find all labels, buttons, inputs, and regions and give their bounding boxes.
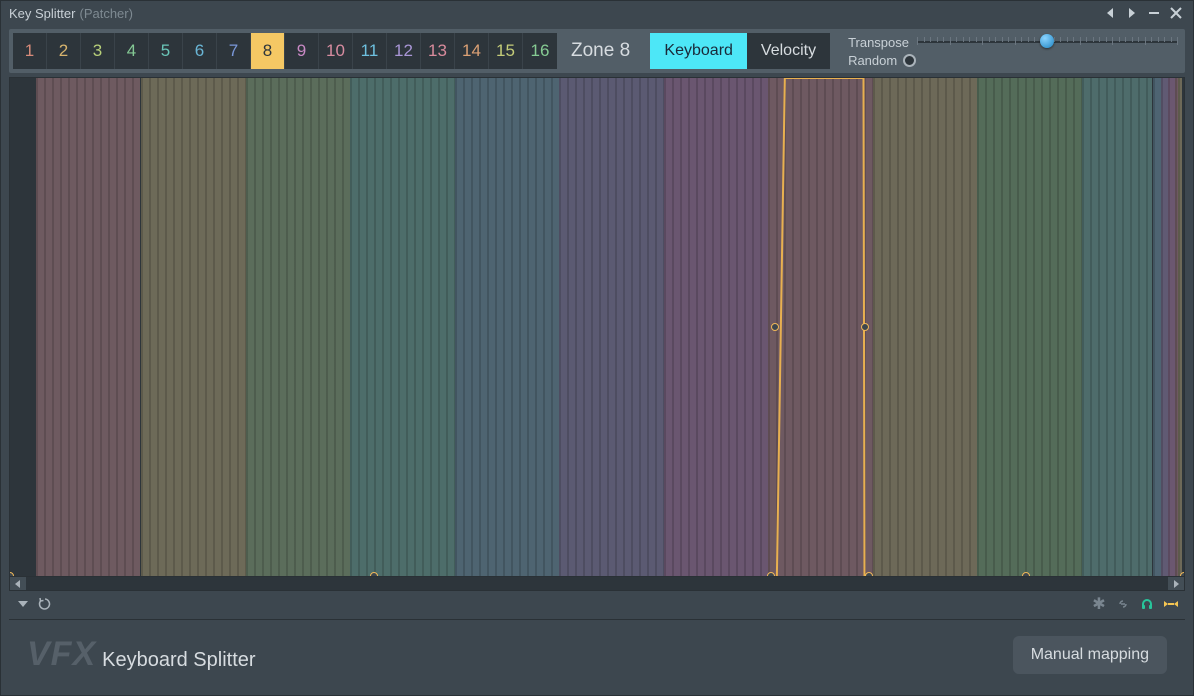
next-preset-icon[interactable] xyxy=(1123,4,1141,22)
zone-button-5[interactable]: 5 xyxy=(149,33,183,69)
zone-button-2[interactable]: 2 xyxy=(47,33,81,69)
toolbar: 12345678910111213141516 Zone 8 Keyboard … xyxy=(9,29,1185,73)
zone-button-1[interactable]: 1 xyxy=(13,33,47,69)
envelope-handle[interactable] xyxy=(9,572,14,577)
horizontal-scrollbar[interactable] xyxy=(26,577,1168,590)
zone-label: Zone 8 xyxy=(557,40,644,62)
headphones-icon[interactable] xyxy=(1137,594,1157,614)
random-toggle[interactable] xyxy=(903,54,916,67)
vfx-logo: VFX xyxy=(27,635,96,674)
scroll-right-icon[interactable] xyxy=(1168,577,1184,590)
random-label: Random xyxy=(848,53,897,68)
zone-button-15[interactable]: 15 xyxy=(489,33,523,69)
zone-button-11[interactable]: 11 xyxy=(353,33,387,69)
zone-button-3[interactable]: 3 xyxy=(81,33,115,69)
reset-icon[interactable] xyxy=(35,594,55,614)
close-icon[interactable] xyxy=(1167,4,1185,22)
stretch-icon[interactable] xyxy=(1161,594,1181,614)
zone-button-4[interactable]: 4 xyxy=(115,33,149,69)
zone-button-16[interactable]: 16 xyxy=(523,33,557,69)
plugin-name: Keyboard Splitter xyxy=(102,649,255,672)
zone-button-10[interactable]: 10 xyxy=(319,33,353,69)
zone-button-7[interactable]: 7 xyxy=(217,33,251,69)
window-title: Key Splitter xyxy=(9,6,75,21)
zone-button-6[interactable]: 6 xyxy=(183,33,217,69)
options-menu-icon[interactable] xyxy=(13,594,33,614)
zone-button-9[interactable]: 9 xyxy=(285,33,319,69)
freeze-icon[interactable]: ✱ xyxy=(1089,594,1109,614)
scroll-left-icon[interactable] xyxy=(10,577,26,590)
link-icon[interactable] xyxy=(1113,594,1133,614)
manual-mapping-button[interactable]: Manual mapping xyxy=(1013,636,1167,674)
minimize-icon[interactable] xyxy=(1145,4,1163,22)
mode-velocity-button[interactable]: Velocity xyxy=(747,33,830,69)
zone-button-14[interactable]: 14 xyxy=(455,33,489,69)
envelope-handle[interactable] xyxy=(861,323,869,331)
prev-preset-icon[interactable] xyxy=(1101,4,1119,22)
transpose-slider[interactable] xyxy=(917,35,1177,49)
mode-buttons: Keyboard Velocity xyxy=(650,33,830,69)
zone-button-13[interactable]: 13 xyxy=(421,33,455,69)
zone-button-8[interactable]: 8 xyxy=(251,33,285,69)
window-subtitle: (Patcher) xyxy=(79,6,132,21)
envelope-handle[interactable] xyxy=(1180,572,1185,577)
transpose-label: Transpose xyxy=(848,35,909,50)
keyboard-zone-editor[interactable] xyxy=(9,77,1185,577)
mode-keyboard-button[interactable]: Keyboard xyxy=(650,33,747,69)
zone-button-12[interactable]: 12 xyxy=(387,33,421,69)
